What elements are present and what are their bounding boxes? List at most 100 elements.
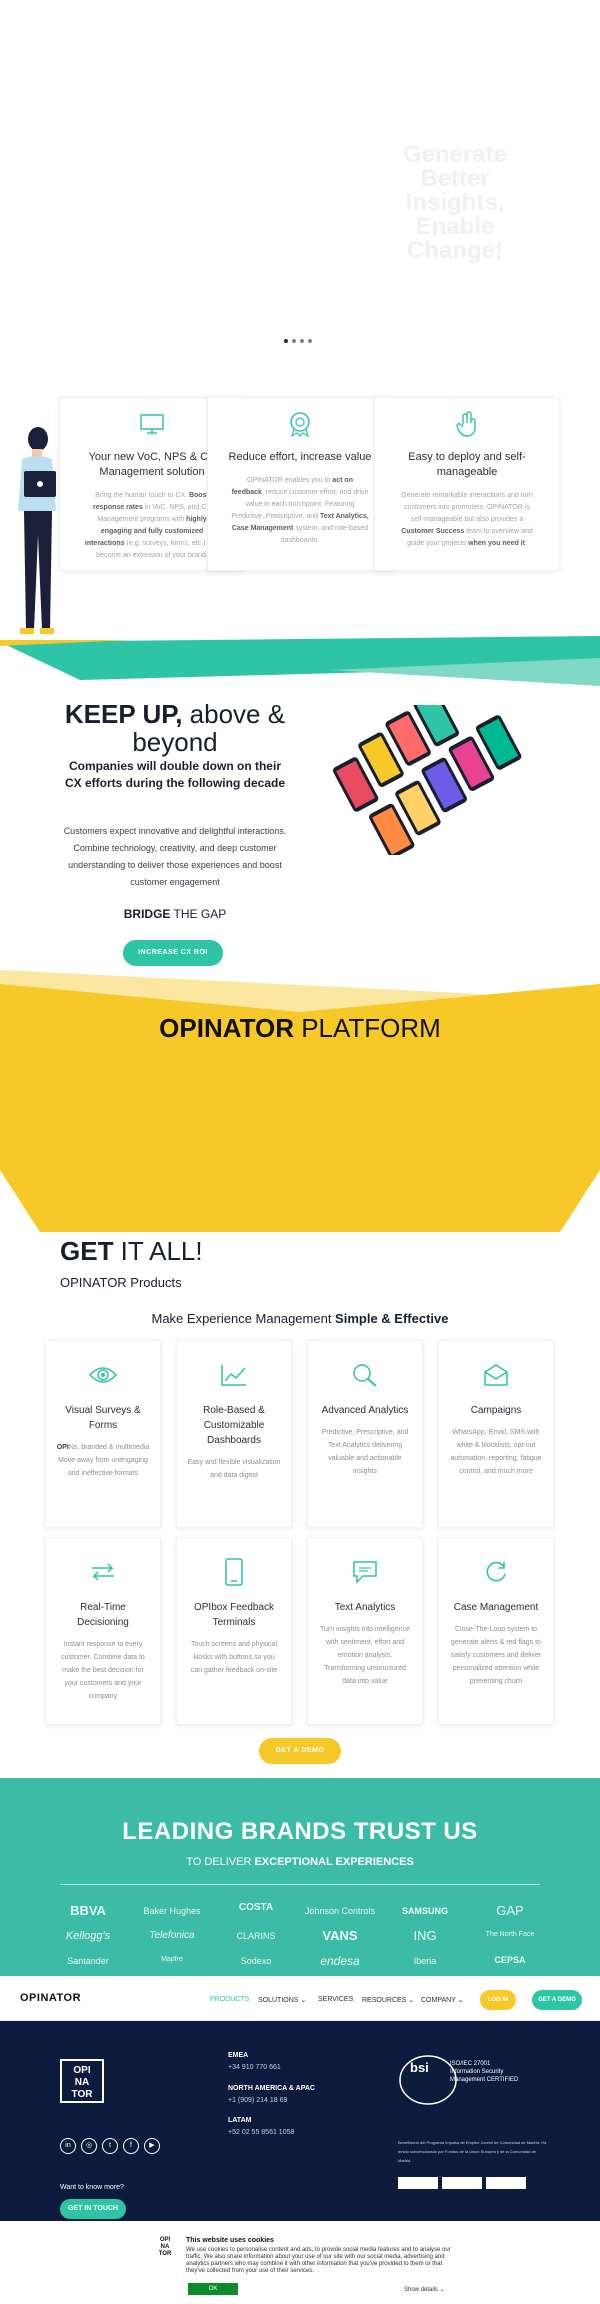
refresh-icon: [439, 1558, 553, 1586]
product-desc: Instant response to every customer. Comb…: [61, 1641, 145, 1700]
carousel-dot[interactable]: [284, 339, 288, 343]
product-card[interactable]: Role-Based & Customizable Dashboards Eas…: [176, 1340, 292, 1528]
feature-desc: OPINATOR enables you to act on feedback,…: [231, 477, 369, 544]
cookie-logo: OPI NA TOR: [158, 2237, 172, 2257]
office-phone[interactable]: +1 (909) 214 18 69: [228, 2097, 287, 2104]
brand-logo: ING: [413, 1928, 437, 1943]
section-divider-swoosh: [0, 636, 600, 693]
bridge-gap-label: BRIDGE THE GAP: [123, 907, 227, 921]
brand-logo: CEPSA: [494, 1955, 526, 1965]
product-desc: Turn insights into intelligence with sen…: [319, 1626, 410, 1685]
getall-subtitle: OPINATOR Products: [60, 1275, 182, 1290]
feature-card: Easy to deploy and self-manageable Gener…: [374, 397, 560, 571]
product-title: Text Analytics: [334, 1602, 396, 1613]
twitter-icon[interactable]: t: [102, 2138, 118, 2154]
nav-item-company[interactable]: COMPANY ⌄: [421, 1996, 464, 2004]
facebook-icon[interactable]: f: [123, 2138, 139, 2154]
badge-icon: [208, 410, 392, 438]
brand-logo: Kellogg's: [65, 1930, 111, 1942]
product-card[interactable]: Real-Time Decisioning Instant response t…: [45, 1537, 161, 1725]
brand-logo: Johnson Controls: [304, 1906, 376, 1916]
platform-band: [0, 960, 600, 1245]
instagram-icon[interactable]: ◎: [81, 2138, 97, 2154]
phones-illustration: [318, 691, 538, 860]
feature-title: Easy to deploy and self-manageable: [408, 451, 526, 478]
product-title: Role-Based & Customizable Dashboards: [203, 1405, 265, 1446]
feature-card: Reduce effort, increase value OPINATOR e…: [207, 397, 393, 571]
product-desc: WhatsApp, Email, SMS with white & blockl…: [450, 1429, 542, 1475]
brand-logo: Mapfre: [161, 1956, 183, 1963]
brand-logo: endesa: [320, 1954, 360, 1968]
product-card[interactable]: Campaigns WhatsApp, Email, SMS with whit…: [438, 1340, 554, 1528]
footer: [0, 2021, 600, 2221]
nav-item-resources[interactable]: RESOURCES ⌄: [362, 1996, 414, 2004]
product-card[interactable]: Visual Surveys & Forms OPINs, branded & …: [45, 1340, 161, 1528]
product-card[interactable]: Advanced Analytics Predictive, Prescript…: [307, 1340, 423, 1528]
cookie-details-toggle[interactable]: Show details ⌄: [404, 2286, 445, 2293]
brand-logo: COSTA: [238, 1902, 274, 1913]
product-title: Campaigns: [470, 1405, 522, 1416]
get-a-demo-button[interactable]: GET A DEMO: [259, 1738, 341, 1764]
linkedin-icon[interactable]: in: [60, 2138, 76, 2154]
keepup-title: KEEP UP, above & beyond: [64, 699, 286, 757]
carousel-dot[interactable]: [292, 339, 296, 343]
carousel-dot[interactable]: [308, 339, 312, 343]
footer-logo[interactable]: OPI NA TOR: [60, 2059, 104, 2103]
funding-logo: [442, 2177, 482, 2189]
funding-logo: [486, 2177, 526, 2189]
office-region: LATAM: [228, 2117, 252, 2124]
hero-line: Generate: [402, 141, 508, 168]
brand-logo: CLARINS: [236, 1931, 276, 1941]
nav-demo-button[interactable]: GET A DEMO: [532, 1990, 582, 2010]
getall-tagline: Make Experience Management Simple & Effe…: [151, 1311, 449, 1326]
brands-section: [0, 1778, 600, 1976]
brands-subtitle: TO DELIVER EXCEPTIONAL EXPERIENCES: [186, 1856, 414, 1868]
brand-logo: BBVA: [70, 1903, 106, 1918]
office-region: EMEA: [228, 2052, 249, 2059]
brands-title: LEADING BRANDS TRUST US: [122, 1818, 478, 1845]
feature-desc: Generate remarkable interactions and tur…: [401, 492, 533, 547]
feature-title: Reduce effort, increase value: [228, 451, 372, 463]
office-phone[interactable]: +52 02 55 8561 1058: [228, 2129, 294, 2136]
speech-bubble-icon: [308, 1558, 422, 1586]
brands-divider: [60, 1884, 540, 1885]
arrows-icon: [46, 1558, 160, 1586]
product-card[interactable]: OPIbox Feedback Terminals Touch screens …: [176, 1537, 292, 1725]
product-desc: Close-The-Loop system to generate alerts…: [450, 1626, 542, 1685]
office-phone[interactable]: +34 910 770 661: [228, 2064, 281, 2071]
nav-item-solutions[interactable]: SOLUTIONS ⌄: [258, 1996, 306, 2004]
keepup-subtitle: Companies will double down on their CX e…: [64, 759, 285, 790]
brand-logo: The North Face: [485, 1931, 535, 1938]
cookie-ok-button[interactable]: OK: [188, 2283, 238, 2295]
product-title: OPIbox Feedback Terminals: [193, 1602, 275, 1628]
brand-logo: Baker Hughes: [143, 1906, 201, 1916]
product-desc: Easy and flexible visualization and data…: [187, 1459, 281, 1479]
envelope-icon: [439, 1361, 553, 1389]
cookie-title: This website uses cookies: [186, 2237, 274, 2244]
woman-illustration: [8, 425, 64, 650]
office-region: NORTH AMERICA & APAC: [228, 2085, 315, 2092]
chart-line-icon: [177, 1361, 291, 1389]
product-desc: OPINs, branded & multimedia Move away fr…: [56, 1444, 150, 1477]
opinator-logo[interactable]: OPINATOR: [20, 1992, 81, 2004]
login-button[interactable]: LOG IN: [480, 1990, 516, 2010]
hand-icon: [375, 410, 559, 438]
carousel-dots[interactable]: [284, 339, 312, 343]
youtube-icon[interactable]: ▶: [144, 2138, 160, 2154]
product-title: Visual Surveys & Forms: [65, 1405, 141, 1431]
want-know-more-text: Want to know more?: [60, 2184, 124, 2191]
magnifier-icon: [308, 1361, 422, 1389]
svg-text:bsi: bsi: [410, 2060, 429, 2075]
brand-logo: Santander: [67, 1956, 109, 1966]
product-desc: Predictive, Prescriptive, and Text Analy…: [321, 1429, 409, 1475]
keepup-description: Customers expect innovative and delightf…: [63, 826, 287, 887]
nav-item-products[interactable]: PRODUCTS: [210, 1996, 249, 2003]
product-title: Case Management: [453, 1602, 539, 1613]
carousel-dot[interactable]: [300, 339, 304, 343]
product-card[interactable]: Case Management Close-The-Loop system to…: [438, 1537, 554, 1725]
hero-line: Change!: [407, 237, 503, 264]
product-card[interactable]: Text Analytics Turn insights into intell…: [307, 1537, 423, 1725]
get-in-touch-button[interactable]: GET IN TOUCH: [60, 2199, 126, 2219]
hero-line: Insights,: [405, 189, 505, 216]
nav-item-services[interactable]: SERVICES: [318, 1996, 353, 2003]
